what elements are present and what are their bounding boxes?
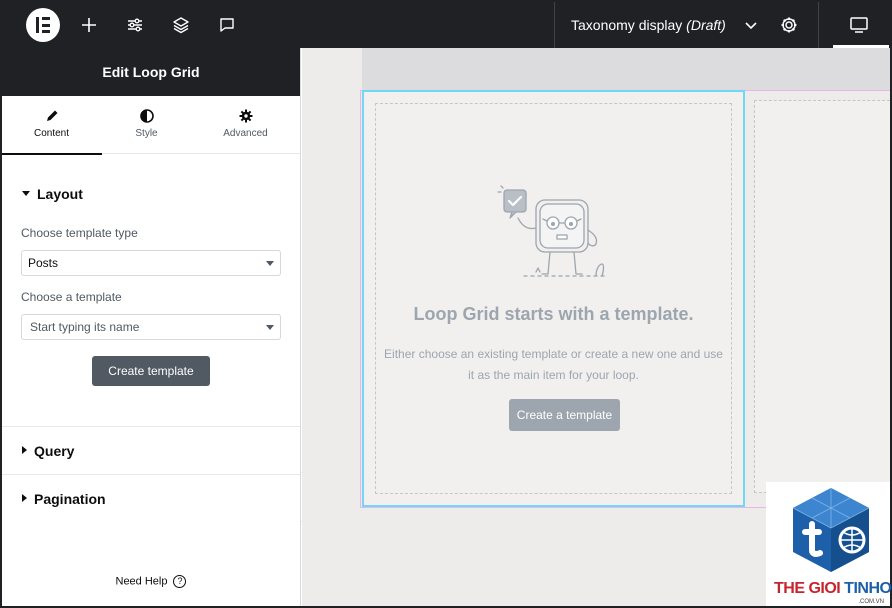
need-help-link[interactable]: Need Help? — [2, 575, 300, 588]
placeholder-description-line: Either choose an existing template or cr… — [384, 347, 723, 361]
help-circle-icon: ? — [173, 575, 187, 588]
tab-label: Content — [33, 128, 70, 139]
editor-panel: Edit Loop Grid Content Style Advanced La… — [2, 48, 301, 606]
dropdown-arrow-icon — [266, 325, 274, 330]
comment-icon — [220, 18, 234, 32]
gear-icon — [781, 17, 797, 33]
placeholder-title: Loop Grid starts with a template. — [413, 304, 694, 324]
section-toggle-pagination[interactable]: Pagination — [22, 491, 106, 507]
document-status: (Draft) — [686, 17, 726, 33]
loop-grid-item-selected[interactable]: Loop Grid starts with a template. Either… — [362, 90, 745, 507]
section-divider — [2, 474, 300, 475]
watermark-text-red: THE GIOI — [774, 580, 845, 597]
tab-label: Advanced — [223, 128, 268, 139]
site-settings-button[interactable] — [124, 14, 146, 36]
watermark-text: THE GIOI TINHOC — [774, 580, 892, 598]
loop-character-illustration-icon — [497, 185, 605, 277]
panel-title: Edit Loop Grid — [2, 48, 300, 96]
cube-logo-icon — [792, 488, 870, 572]
caret-down-icon — [22, 190, 30, 196]
dropdown-arrow-icon — [266, 261, 274, 266]
section-title-query: Query — [34, 443, 75, 459]
document-title-dropdown[interactable]: Taxonomy display (Draft) — [554, 2, 768, 48]
need-help-label: Need Help — [115, 575, 168, 588]
section-title-pagination: Pagination — [34, 491, 106, 507]
notes-button[interactable] — [216, 14, 238, 36]
tab-content[interactable]: Content — [2, 96, 102, 155]
template-placeholder: Start typing its name — [30, 320, 140, 334]
template-search-select[interactable]: Start typing its name — [21, 314, 281, 340]
canvas-header-strip — [362, 48, 890, 90]
plus-icon — [82, 18, 96, 32]
watermark-subtext: .COM.VN — [858, 599, 884, 605]
layers-icon — [173, 17, 189, 34]
template-type-select[interactable]: Posts — [21, 250, 281, 276]
tab-style[interactable]: Style — [97, 96, 196, 154]
create-a-template-button[interactable]: Create a template — [509, 399, 620, 431]
placeholder-description: Either choose an existing template or cr… — [376, 344, 731, 386]
document-title: Taxonomy display — [571, 17, 683, 33]
watermark-text-blue: TINHOC — [844, 580, 892, 597]
elementor-logo-icon[interactable] — [26, 8, 60, 42]
section-divider — [2, 426, 300, 427]
sliders-icon — [128, 18, 142, 32]
add-element-button[interactable] — [78, 14, 100, 36]
loop-item-placeholder: Loop Grid starts with a template. Either… — [375, 103, 732, 494]
desktop-icon — [850, 17, 868, 33]
gear-icon — [239, 109, 252, 123]
loop-grid-item — [754, 100, 890, 493]
responsive-mode-button[interactable] — [818, 2, 890, 48]
page-settings-button[interactable] — [778, 14, 800, 36]
create-template-button[interactable]: Create template — [92, 356, 210, 386]
caret-right-icon — [22, 494, 27, 503]
panel-tabs: Content Style Advanced — [2, 96, 300, 155]
caret-right-icon — [22, 446, 27, 455]
placeholder-description-line: it as the main item for your loop. — [468, 368, 639, 382]
tab-advanced[interactable]: Advanced — [196, 96, 295, 154]
chevron-down-icon — [745, 22, 757, 30]
tab-label: Style — [135, 128, 158, 139]
top-bar: Taxonomy display (Draft) — [2, 2, 890, 48]
template-type-value: Posts — [28, 256, 59, 270]
site-watermark: THE GIOI TINHOC .COM.VN — [766, 482, 892, 606]
pencil-icon — [46, 110, 57, 121]
structure-button[interactable] — [170, 14, 192, 36]
section-title-layout: Layout — [37, 186, 83, 202]
section-toggle-query[interactable]: Query — [22, 443, 74, 459]
template-label: Choose a template — [21, 290, 122, 304]
half-circle-icon — [139, 109, 154, 123]
section-toggle-layout[interactable]: Layout — [22, 186, 83, 202]
template-type-label: Choose template type — [21, 226, 138, 240]
